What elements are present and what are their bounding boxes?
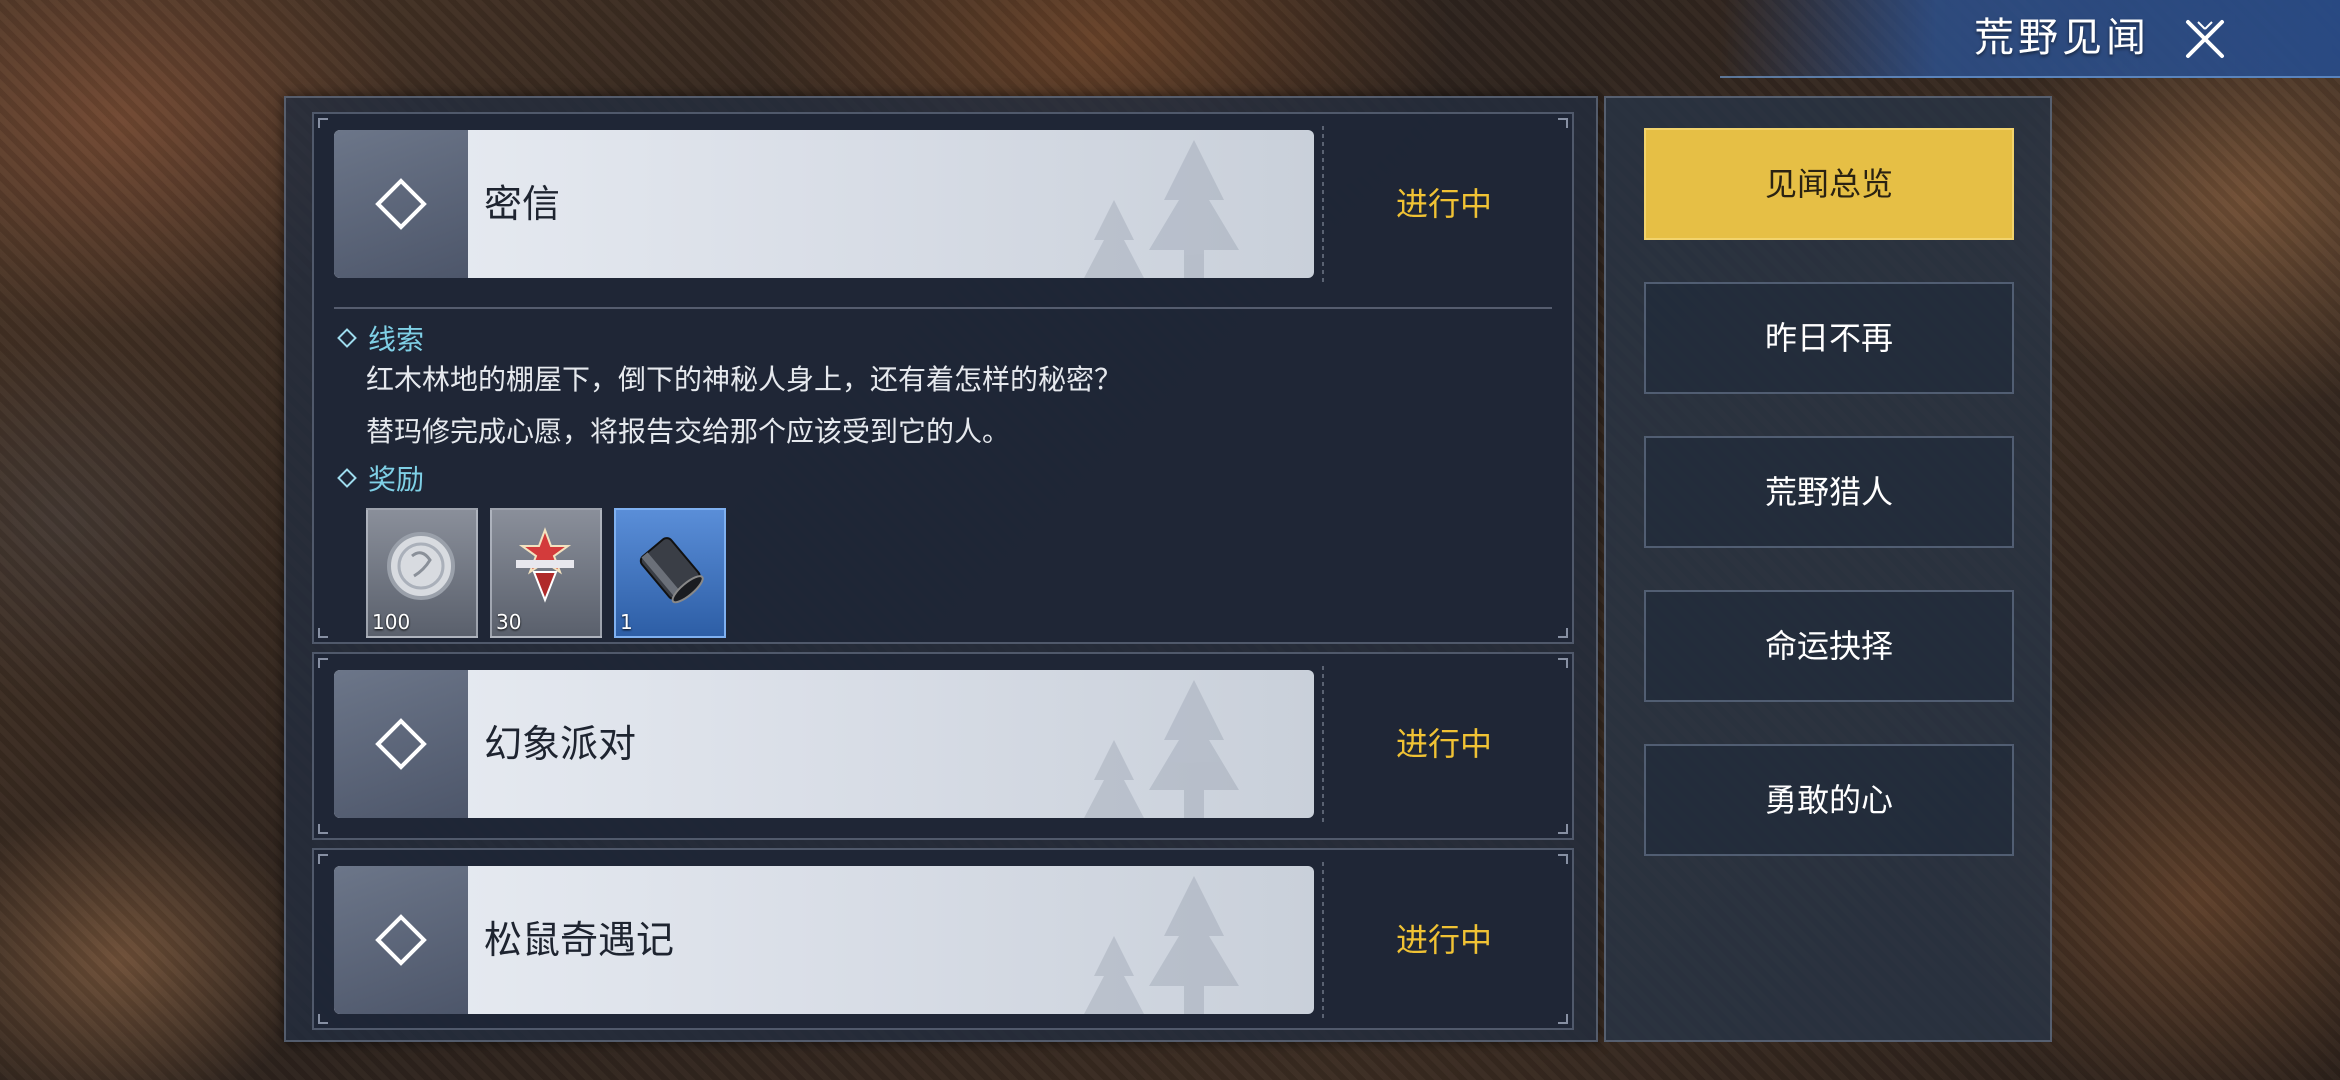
- reward-label: 奖励: [337, 458, 424, 498]
- clue-text-line: 红木林地的棚屋下，倒下的神秘人身上，还有着怎样的秘密？: [366, 363, 1123, 396]
- pine-tree-decoration: [1084, 140, 1239, 278]
- quest-diamond-icon: [334, 670, 468, 818]
- quest-status: 进行中: [1395, 185, 1492, 223]
- quest-title: 松鼠奇遇记: [484, 918, 675, 962]
- reward-item[interactable]: 30: [490, 508, 602, 638]
- quest-header[interactable]: 松鼠奇遇记: [334, 866, 1314, 1014]
- category-tabs-panel: 见闻总览 昨日不再 荒野猎人 命运抉择 勇敢的心: [1604, 96, 2052, 1042]
- clue-text-line: 替玛修完成心愿，将报告交给那个应该受到它的人。: [366, 415, 1011, 448]
- pine-tree-decoration: [1084, 876, 1239, 1014]
- quest-title: 密信: [484, 182, 561, 226]
- reward-count: 30: [496, 610, 522, 634]
- quest-status: 进行中: [1395, 921, 1492, 959]
- reward-item[interactable]: 100: [366, 508, 478, 638]
- quest-status: 进行中: [1395, 725, 1492, 763]
- silver-coin-icon: [387, 532, 455, 600]
- clue-label: 线索: [337, 318, 424, 358]
- tab-brave-heart[interactable]: 勇敢的心: [1644, 744, 2014, 856]
- tab-wild-hunter[interactable]: 荒野猎人: [1644, 436, 2014, 548]
- quest-header[interactable]: 幻象派对: [334, 670, 1314, 818]
- diamond-bullet-icon: [337, 328, 357, 348]
- quest-title: 幻象派对: [484, 722, 637, 766]
- reward-count: 1: [620, 610, 633, 634]
- divider: [334, 307, 1552, 309]
- medal-badge-icon: [516, 527, 574, 603]
- tab-yesterday-no-more[interactable]: 昨日不再: [1644, 282, 2014, 394]
- quest-list-panel: 密信 进行中 线索 红木林地的棚屋下，倒下的神秘人身上，还有着怎样的秘密？ 替玛…: [284, 96, 1598, 1042]
- title-bar: 荒野见闻: [1720, 0, 2340, 78]
- tab-overview[interactable]: 见闻总览: [1644, 128, 2014, 240]
- pine-tree-decoration: [1084, 680, 1239, 818]
- close-icon[interactable]: [2180, 14, 2230, 64]
- reward-count: 100: [372, 610, 411, 634]
- tab-fate-choice[interactable]: 命运抉择: [1644, 590, 2014, 702]
- quest-header[interactable]: 密信: [334, 130, 1314, 278]
- diamond-bullet-icon: [337, 468, 357, 488]
- window-title: 荒野见闻: [1974, 15, 2150, 61]
- quest-card-huanxiang: 幻象派对 进行中: [312, 652, 1574, 840]
- reward-item[interactable]: 1: [614, 508, 726, 638]
- metal-pipe-icon: [639, 537, 704, 604]
- quest-card-songshu: 松鼠奇遇记 进行中: [312, 848, 1574, 1030]
- quest-card-miyin: 密信 进行中 线索 红木林地的棚屋下，倒下的神秘人身上，还有着怎样的秘密？ 替玛…: [312, 112, 1574, 644]
- quest-diamond-icon: [334, 130, 468, 278]
- quest-diamond-icon: [334, 866, 468, 1014]
